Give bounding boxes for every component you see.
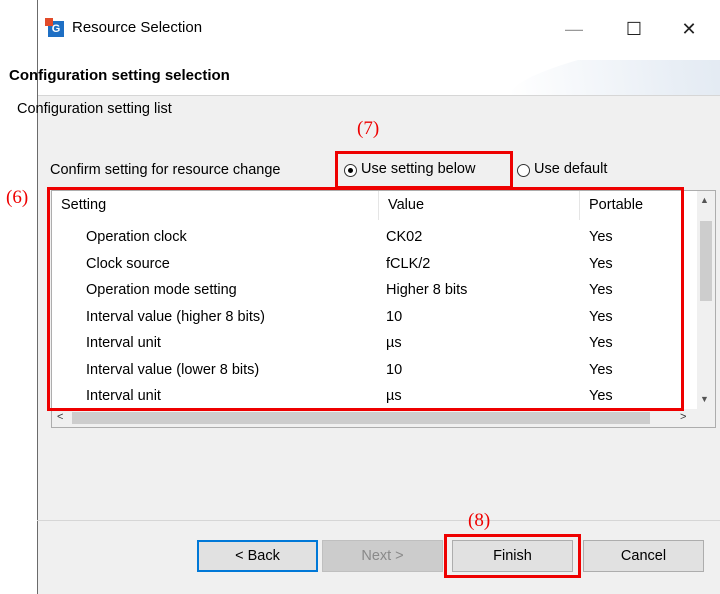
annotation-6: (6) [6, 187, 29, 208]
window-title: Resource Selection [72, 19, 203, 36]
highlight-box-finish-button [444, 534, 581, 578]
annotation-7: (7) [357, 118, 380, 139]
horizontal-scroll-thumb[interactable] [72, 412, 650, 424]
back-button[interactable]: < Back [197, 540, 318, 572]
title-bar: G Resource Selection — ☐ ✕ [38, 0, 720, 60]
vertical-scroll-thumb[interactable] [700, 221, 712, 301]
scroll-right-arrow-icon[interactable]: > [680, 411, 686, 423]
confirm-setting-label: Confirm setting for resource change [50, 162, 281, 178]
footer-divider [37, 520, 720, 521]
use-default-radio[interactable] [517, 164, 530, 177]
highlight-box-use-setting-below [335, 151, 513, 189]
banner-decoration [505, 60, 720, 95]
scroll-left-arrow-icon[interactable]: < [57, 411, 63, 423]
app-icon: G [45, 18, 64, 37]
minimize-button[interactable]: — [554, 14, 594, 44]
page-subtitle: Configuration setting list [17, 101, 172, 117]
highlight-box-settings-table [47, 187, 684, 411]
close-button[interactable]: ✕ [669, 14, 709, 44]
maximize-button[interactable]: ☐ [614, 14, 654, 44]
page-title: Configuration setting selection [9, 67, 230, 84]
horizontal-scrollbar[interactable]: < > [52, 409, 715, 427]
cancel-button[interactable]: Cancel [583, 540, 704, 572]
scroll-up-arrow-icon[interactable]: ▲ [700, 195, 709, 205]
vertical-scrollbar[interactable]: ▲ ▼ [697, 191, 715, 409]
scroll-down-arrow-icon[interactable]: ▼ [700, 394, 709, 404]
next-button[interactable]: Next > [322, 540, 443, 572]
use-default-label[interactable]: Use default [534, 161, 607, 177]
annotation-8: (8) [468, 510, 491, 531]
